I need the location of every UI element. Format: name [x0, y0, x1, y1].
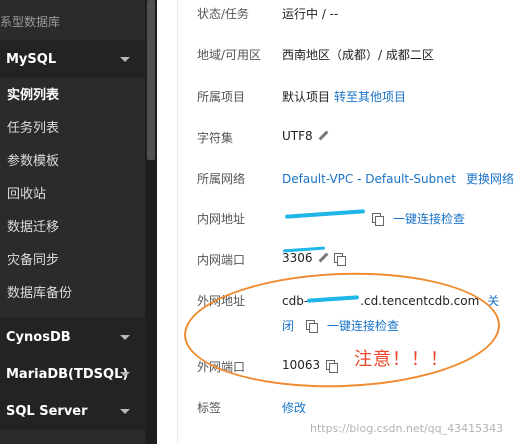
- sidebar-item-label: 任务列表: [7, 121, 60, 136]
- change-network-link[interactable]: 更换网络: [466, 170, 514, 187]
- inner-port-row: 3306: [282, 251, 346, 266]
- sidebar-item-task-list[interactable]: 任务列表: [0, 110, 145, 143]
- status-label: 状态/任务: [197, 7, 250, 21]
- region-label: 地域/可用区: [197, 48, 262, 62]
- charset-label: 字符集: [197, 131, 234, 145]
- sidebar-group-cynosdb[interactable]: CynosDB: [0, 318, 145, 356]
- chevron-down-icon: [120, 372, 130, 377]
- sidebar-item-label: 数据迁移: [7, 220, 60, 235]
- tags-label: 标签: [197, 401, 222, 415]
- watermark: https://blog.csdn.net/qq_43415343: [310, 422, 504, 435]
- sidebar-item-label: 参数模板: [7, 154, 60, 169]
- annotation-note: 注意！！！: [354, 349, 449, 370]
- sidebar-item-disaster-sync[interactable]: 灾备同步: [0, 242, 145, 275]
- sidebar-item-label: 数据库备份: [7, 286, 73, 301]
- project-value: 默认项目: [282, 90, 331, 104]
- chevron-down-icon: [120, 57, 130, 62]
- sidebar-item-db-backup[interactable]: 数据库备份: [0, 275, 145, 308]
- sidebar-item-instance-list[interactable]: 实例列表: [0, 77, 145, 110]
- sidebar-item-label: 回收站: [7, 187, 47, 202]
- network-value-link[interactable]: Default-VPC - Default-Subnet: [282, 172, 456, 186]
- sidebar-group-label: MySQL: [6, 51, 57, 67]
- network-value-row: Default-VPC - Default-Subnet 更换网络: [282, 170, 514, 187]
- sidebar-group-mariadb[interactable]: MariaDB(TDSQL): [0, 355, 145, 393]
- sidebar-item-data-migration[interactable]: 数据迁移: [0, 209, 145, 242]
- sidebar-item-param-template[interactable]: 参数模板: [0, 143, 145, 176]
- edit-charset-icon[interactable]: [318, 131, 328, 141]
- sidebar-group-label: MariaDB(TDSQL): [6, 366, 129, 382]
- change-project-link[interactable]: 转至其他项目: [334, 88, 406, 105]
- project-value-row: 默认项目 转至其他项目: [282, 88, 406, 105]
- charset-value-row: UTF8: [282, 129, 328, 143]
- network-label: 所属网络: [197, 172, 246, 186]
- sidebar-group-sqlserver[interactable]: SQL Server: [0, 392, 145, 430]
- sidebar-group-label: CynosDB: [6, 329, 71, 345]
- tags-row: 修改: [282, 399, 306, 416]
- sidebar-scrollbar[interactable]: [145, 0, 157, 444]
- project-label: 所属项目: [197, 90, 246, 104]
- edit-tags-link[interactable]: 修改: [282, 399, 306, 416]
- sidebar-category-label: 系型数据库: [0, 15, 61, 29]
- sidebar-item-label: 灾备同步: [7, 253, 60, 268]
- sidebar-item-recycle-bin[interactable]: 回收站: [0, 176, 145, 209]
- sidebar-group-mysql[interactable]: MySQL: [0, 40, 145, 78]
- chevron-down-icon: [120, 409, 130, 414]
- sidebar: 系型数据库 MySQL 实例列表 任务列表 参数模板 回收站 数据迁移 灾备同步…: [0, 0, 145, 444]
- copy-icon[interactable]: [333, 252, 346, 266]
- inner-address-label: 内网地址: [197, 212, 246, 226]
- chevron-down-icon: [120, 335, 130, 340]
- inner-port-value: 3306: [282, 251, 313, 265]
- edit-port-icon[interactable]: [318, 253, 328, 263]
- status-value: 运行中 / --: [282, 7, 339, 21]
- inner-connect-check-link[interactable]: 一键连接检查: [393, 210, 465, 227]
- inner-address-actions: 一键连接检查: [366, 210, 465, 227]
- region-value: 西南地区（成都）/ 成都二区: [282, 48, 434, 62]
- scrollbar-thumb[interactable]: [147, 0, 155, 160]
- copy-icon[interactable]: [372, 213, 384, 226]
- sidebar-item-label: 实例列表: [7, 88, 60, 103]
- sidebar-group-label: SQL Server: [6, 403, 88, 419]
- charset-value: UTF8: [282, 129, 313, 143]
- inner-port-label: 内网端口: [197, 253, 246, 267]
